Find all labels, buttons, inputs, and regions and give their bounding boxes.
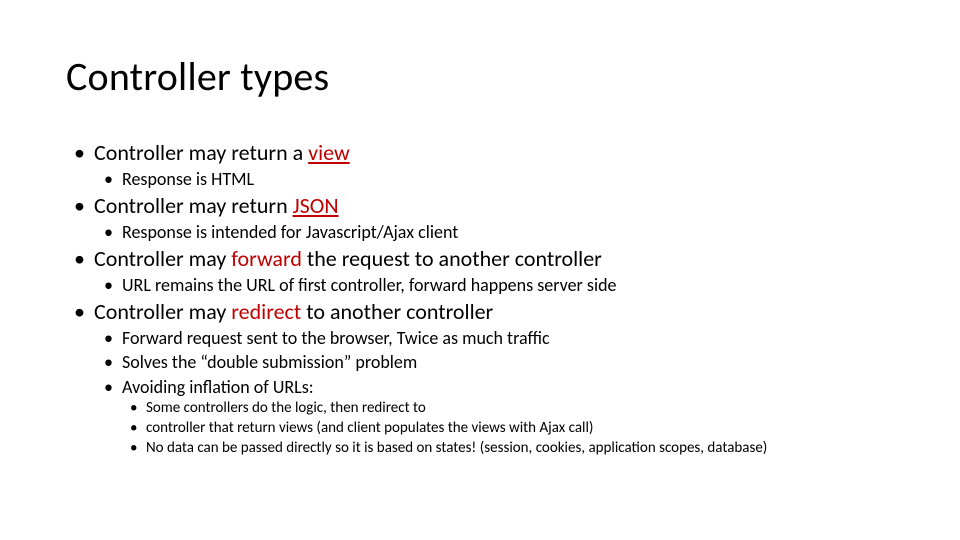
bullet-text: Controller may	[94, 298, 231, 325]
bullet-accent: JSON	[293, 192, 339, 219]
sublist: Response is HTML	[94, 168, 894, 191]
bullet-text: Controller may return	[94, 192, 293, 219]
sub-bullet-text: Response is HTML	[122, 168, 254, 190]
sublist: URL remains the URL of first controller,…	[94, 274, 894, 297]
sub-bullet: Response is HTML	[94, 168, 894, 191]
subsub-bullet: controller that return views (and client…	[122, 419, 894, 438]
sub-sublist: Some controllers do the logic, then redi…	[122, 399, 894, 457]
sub-bullet: URL remains the URL of first controller,…	[94, 274, 894, 297]
sub-bullet: Avoiding inflation of URLs: Some control…	[94, 376, 894, 458]
bullet-accent: view	[308, 139, 350, 166]
bullet-view: Controller may return a view Response is…	[66, 139, 894, 190]
slide-title: Controller types	[66, 52, 894, 101]
subsub-bullet-text: controller that return views (and client…	[146, 419, 593, 437]
bullet-text-suffix: the request to another controller	[302, 245, 602, 272]
bullet-redirect: Controller may redirect to another contr…	[66, 298, 894, 457]
bullet-forward: Controller may forward the request to an…	[66, 245, 894, 296]
bullet-accent: redirect	[231, 298, 301, 325]
sub-bullet-text: Avoiding inflation of URLs:	[122, 376, 314, 398]
bullet-accent: forward	[231, 245, 302, 272]
sub-bullet: Solves the “double submission” problem	[94, 351, 894, 374]
sub-bullet-text: URL remains the URL of first controller,…	[122, 274, 616, 296]
subsub-bullet-text: Some controllers do the logic, then redi…	[146, 399, 426, 417]
sublist: Forward request sent to the browser, Twi…	[94, 327, 894, 458]
slide: Controller types Controller may return a…	[0, 0, 960, 540]
bullet-text: Controller may return a	[94, 139, 308, 166]
bullet-text-suffix: to another controller	[301, 298, 493, 325]
subsub-bullet-text: No data can be passed directly so it is …	[146, 439, 767, 457]
subsub-bullet: No data can be passed directly so it is …	[122, 439, 894, 458]
subsub-bullet: Some controllers do the logic, then redi…	[122, 399, 894, 418]
sub-bullet: Forward request sent to the browser, Twi…	[94, 327, 894, 350]
sub-bullet: Response is intended for Javascript/Ajax…	[94, 221, 894, 244]
sub-bullet-text: Solves the “double submission” problem	[122, 351, 417, 373]
bullet-list: Controller may return a view Response is…	[66, 139, 894, 457]
bullet-json: Controller may return JSON Response is i…	[66, 192, 894, 243]
sub-bullet-text: Response is intended for Javascript/Ajax…	[122, 221, 458, 243]
sublist: Response is intended for Javascript/Ajax…	[94, 221, 894, 244]
bullet-text: Controller may	[94, 245, 231, 272]
sub-bullet-text: Forward request sent to the browser, Twi…	[122, 327, 550, 349]
